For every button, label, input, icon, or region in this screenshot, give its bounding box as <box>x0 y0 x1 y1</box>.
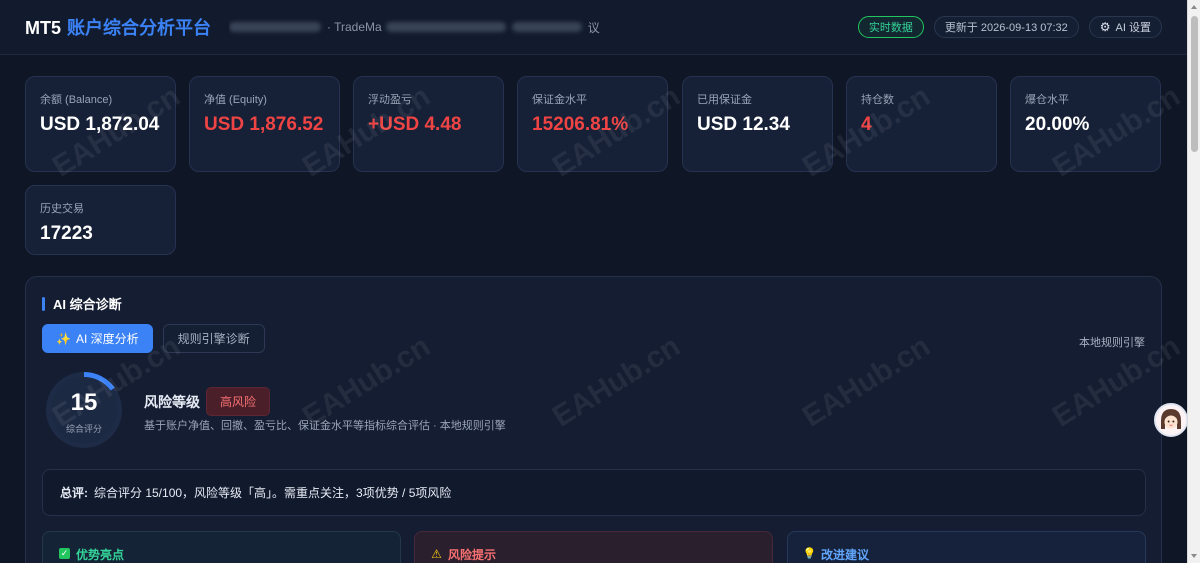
updated-time: 更新于 2026-09-13 07:32 <box>933 16 1079 38</box>
metric-value: USD 1,876.52 <box>204 114 324 135</box>
metric-label: 历史交易 <box>40 203 84 215</box>
account-name: · TradeMa <box>327 20 382 34</box>
panel-title-text: AI 综合诊断 <box>53 297 122 312</box>
summary-label: 总评: <box>60 486 88 500</box>
title-accent-bar <box>42 296 45 311</box>
brand-title: 账户综合分析平台 <box>67 18 211 38</box>
metric-label: 持仓数 <box>861 94 894 106</box>
lightbulb-icon: 💡 <box>802 548 817 560</box>
sparkle-icon: ✨ <box>56 331 71 346</box>
metric-value: 4 <box>861 114 872 135</box>
scroll-down-arrow-icon[interactable] <box>1191 554 1197 558</box>
app-title: MT5 账户综合分析平台 <box>25 14 211 40</box>
metric-card-positions: 持仓数 4 <box>846 76 997 172</box>
tab-rules-engine[interactable]: 规则引擎诊断 <box>162 324 265 353</box>
metric-card-balance: 余额 (Balance) USD 1,872.04 <box>25 76 176 172</box>
metric-value: USD 1,872.04 <box>40 114 160 135</box>
suggestions-title: 改进建议 <box>821 548 870 562</box>
assistant-avatar[interactable] <box>1154 403 1188 437</box>
risks-card: ⚠ 风险提示 <box>414 531 773 563</box>
summary-box: 总评: 综合评分 15/100，风险等级「高」。需重点关注，3项优势 / 5项风… <box>42 469 1146 516</box>
metric-value: 15206.81% <box>532 114 629 135</box>
avatar-face-icon <box>1156 405 1186 435</box>
tab-ai-analysis[interactable]: ✨ AI 深度分析 <box>42 324 153 353</box>
panel-title: AI 综合诊断 <box>42 294 122 313</box>
brand-prefix: MT5 <box>25 18 61 38</box>
risk-level-label: 风险等级 <box>144 393 200 410</box>
ai-settings-label: AI 设置 <box>1115 22 1151 34</box>
metric-label: 余额 (Balance) <box>40 94 113 106</box>
score-value: 15 <box>70 389 98 416</box>
check-icon: ✓ <box>59 548 70 559</box>
summary-text: 综合评分 15/100，风险等级「高」。需重点关注，3项优势 / 5项风险 <box>94 486 452 500</box>
metric-label: 净值 (Equity) <box>204 94 267 106</box>
warning-icon: ⚠ <box>431 546 442 561</box>
metric-card-history-trades: 历史交易 17223 <box>25 185 176 255</box>
metric-value: 20.00% <box>1025 114 1090 135</box>
metric-value: 17223 <box>40 223 93 244</box>
metric-value: USD 12.34 <box>697 114 790 135</box>
ai-diagnosis-panel: AI 综合诊断 ✨ AI 深度分析 规则引擎诊断 本地规则引擎 15 综合评分 … <box>25 276 1162 563</box>
metric-card-equity: 净值 (Equity) USD 1,876.52 <box>189 76 340 172</box>
metric-label: 保证金水平 <box>532 94 587 106</box>
metric-card-floating-pnl: 浮动盈亏 +USD 4.48 <box>353 76 504 172</box>
redacted-block <box>385 22 506 32</box>
tab-label: 规则引擎诊断 <box>177 332 250 346</box>
ai-settings-button[interactable]: ⚙ AI 设置 <box>1088 16 1162 38</box>
account-info: · TradeMa 议 <box>229 19 611 36</box>
metric-value: +USD 4.48 <box>368 114 462 135</box>
metric-label: 浮动盈亏 <box>368 94 412 106</box>
metric-card-used-margin: 已用保证金 USD 12.34 <box>682 76 833 172</box>
strengths-card: ✓ 优势亮点 <box>42 531 401 563</box>
risks-title: 风险提示 <box>448 548 497 562</box>
score-gauge: 15 综合评分 <box>42 368 126 452</box>
scrollbar-thumb[interactable] <box>1191 16 1198 152</box>
score-label: 综合评分 <box>65 424 102 434</box>
top-bar: MT5 账户综合分析平台 · TradeMa 议 实时数据 更新于 2026-09… <box>0 0 1187 55</box>
redacted-block <box>229 22 321 32</box>
diagnosis-tabs: ✨ AI 深度分析 规则引擎诊断 <box>42 324 265 353</box>
redacted-block <box>511 22 582 32</box>
account-suffix: 议 <box>587 20 600 35</box>
metric-card-stopout-level: 爆仓水平 20.00% <box>1010 76 1161 172</box>
risk-description: 基于账户净值、回撤、盈亏比、保证金水平等指标综合评估 · 本地规则引擎 <box>144 420 506 432</box>
metric-label: 爆仓水平 <box>1025 94 1069 106</box>
gear-icon: ⚙ <box>1099 20 1111 34</box>
risk-badge: 高风险 <box>206 387 271 416</box>
tab-label: AI 深度分析 <box>75 332 139 346</box>
metric-label: 已用保证金 <box>697 94 752 106</box>
live-data-badge: 实时数据 <box>857 16 924 38</box>
risk-level: 风险等级 高风险 <box>144 387 271 416</box>
page-scrollbar[interactable] <box>1187 0 1200 563</box>
scroll-up-arrow-icon[interactable] <box>1191 5 1197 9</box>
strengths-title: 优势亮点 <box>76 548 125 562</box>
metric-card-margin-level: 保证金水平 15206.81% <box>517 76 668 172</box>
suggestions-card: 💡 改进建议 <box>787 531 1146 563</box>
engine-label: 本地规则引擎 <box>1079 337 1145 349</box>
